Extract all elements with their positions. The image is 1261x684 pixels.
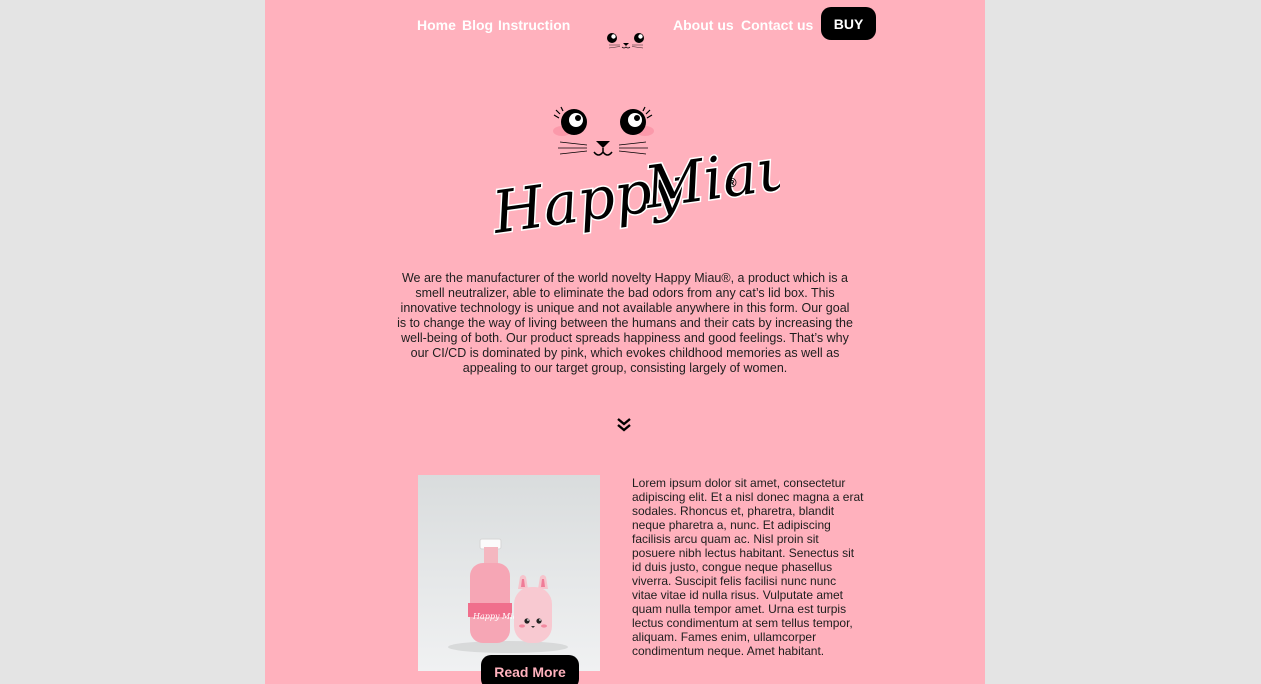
product-photo: Happy Miau xyxy=(448,538,568,653)
brand-logo: Happy Miau ® xyxy=(490,106,780,249)
nav-contact-link[interactable]: Contact us xyxy=(741,17,813,33)
buy-button[interactable]: BUY xyxy=(821,7,876,40)
page: Home Blog Instruction About us Contact u… xyxy=(265,0,985,684)
nav-home-link[interactable]: Home xyxy=(417,17,456,33)
double-chevron-down-icon[interactable] xyxy=(615,417,633,433)
nav-instruction-link[interactable]: Instruction xyxy=(498,17,570,33)
cat-face-icon xyxy=(553,106,654,156)
product-description: Lorem ipsum dolor sit amet, consectetur … xyxy=(632,476,864,658)
cat-face-icon[interactable] xyxy=(603,30,649,52)
brand-word-miau: Miau xyxy=(639,134,780,222)
registered-mark: ® xyxy=(727,175,737,190)
read-more-button[interactable]: Read More xyxy=(481,655,579,684)
nav-about-link[interactable]: About us xyxy=(673,17,734,33)
intro-paragraph: We are the manufacturer of the world nov… xyxy=(397,271,853,375)
nav-blog-link[interactable]: Blog xyxy=(462,17,493,33)
product-image: Happy Miau xyxy=(418,475,600,671)
